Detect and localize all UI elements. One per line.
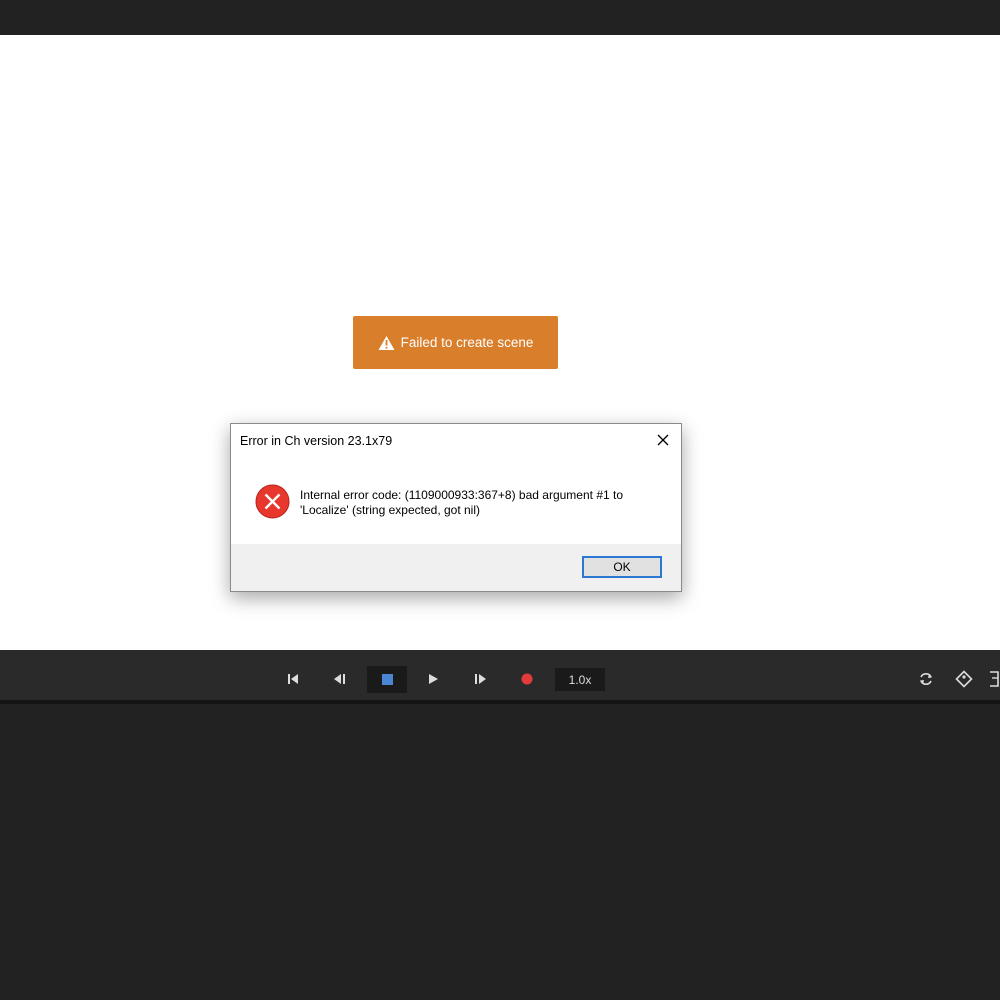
error-message: Internal error code: (1109000933:367+8) … [300, 488, 624, 517]
step-forward-icon[interactable] [467, 666, 493, 692]
playback-speed[interactable]: 1.0x [555, 668, 605, 691]
transport-bar [0, 650, 1000, 700]
error-x-icon [255, 484, 290, 519]
stop-button[interactable] [367, 666, 407, 693]
dialog-title: Error in Ch version 23.1x79 [240, 434, 393, 448]
close-icon[interactable] [653, 430, 673, 450]
ok-button[interactable]: OK [582, 556, 662, 578]
warning-triangle-icon [378, 335, 395, 351]
play-icon[interactable] [420, 666, 446, 692]
timeline-area [0, 704, 1000, 1000]
stop-icon [381, 674, 393, 685]
banner-text: Failed to create scene [400, 335, 534, 350]
dialog-footer: OK [231, 544, 681, 591]
error-dialog: Error in Ch version 23.1x79 Internal err… [230, 423, 682, 592]
skip-to-start-icon[interactable] [280, 666, 306, 692]
tag-icon[interactable] [951, 666, 977, 692]
loop-icon[interactable] [913, 666, 939, 692]
record-icon[interactable] [514, 666, 540, 692]
failed-scene-banner: Failed to create scene [353, 316, 558, 369]
panel-icon[interactable] [986, 666, 1000, 692]
step-back-icon[interactable] [327, 666, 353, 692]
top-bar [0, 0, 1000, 35]
